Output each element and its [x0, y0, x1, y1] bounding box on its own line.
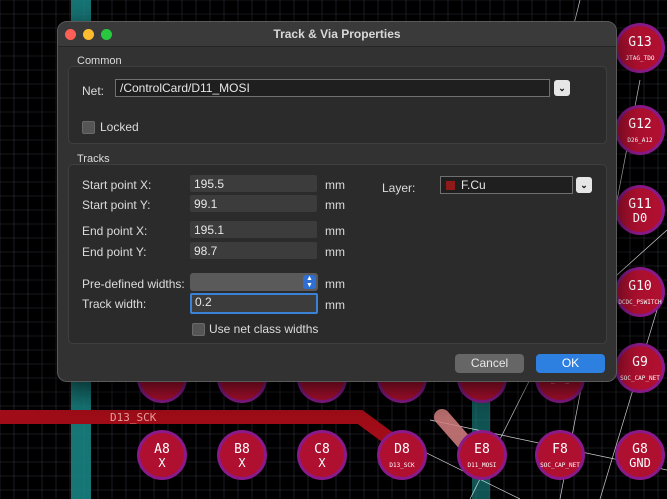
layer-label: Layer: — [382, 181, 416, 195]
end-y-unit: mm — [325, 245, 345, 259]
pad-b8-net: X — [238, 456, 246, 470]
use-net-class-widths-checkbox[interactable] — [192, 323, 205, 336]
start-x-unit: mm — [325, 178, 345, 192]
pad-g10-name: G10 — [628, 279, 651, 294]
cancel-button[interactable]: Cancel — [455, 354, 524, 373]
end-x-label: End point X: — [82, 224, 148, 238]
start-y-unit: mm — [325, 198, 345, 212]
net-label: Net: — [82, 84, 105, 98]
common-group: Net: /ControlCard/D11_MOSI ⌄ Locked — [68, 66, 607, 144]
predefined-widths-label: Pre-defined widths: — [82, 277, 185, 291]
pad-d8-name: D8 — [394, 442, 410, 457]
pad-f8-net: SOC_CAP_NET — [540, 462, 580, 469]
net-field[interactable]: /ControlCard/D11_MOSI — [115, 79, 550, 97]
start-y-label: Start point Y: — [82, 198, 151, 212]
pad-c8-name: C8 — [314, 442, 330, 457]
pad-g11-name: G11 — [628, 197, 651, 212]
locked-label: Locked — [100, 120, 139, 134]
chevron-down-icon: ⌄ — [558, 83, 566, 93]
start-y-field[interactable]: 99.1 — [190, 195, 317, 212]
pad-e8-net: D11_MOSI — [468, 462, 497, 469]
pad-e8-name: E8 — [474, 442, 490, 457]
tracks-group: Start point X: 195.5 mm Start point Y: 9… — [68, 164, 607, 344]
pad-g12-name: G12 — [628, 117, 651, 132]
pad-a8-net: X — [158, 456, 166, 470]
track-via-properties-dialog: Track & Via Properties Common Net: /Cont… — [57, 21, 617, 382]
end-y-label: End point Y: — [82, 245, 147, 259]
predefined-widths-select[interactable]: ▲ ▼ — [190, 273, 318, 291]
start-x-label: Start point X: — [82, 178, 152, 192]
end-y-field[interactable]: 98.7 — [190, 242, 317, 259]
net-dropdown-button[interactable]: ⌄ — [554, 80, 570, 96]
track-width-label: Track width: — [82, 297, 147, 311]
locked-checkbox[interactable] — [82, 121, 95, 134]
track-width-field[interactable]: 0.2 — [190, 293, 318, 314]
pad-g10-net: DCDC_PSWITCH — [618, 299, 662, 306]
pad-d8-net: D13_SCK — [389, 462, 415, 469]
pad-a8-name: A8 — [154, 442, 170, 457]
end-x-unit: mm — [325, 224, 345, 238]
window-title: Track & Via Properties — [273, 27, 401, 41]
track-width-unit: mm — [325, 298, 345, 312]
layer-select[interactable]: F.Cu — [440, 176, 573, 194]
use-net-class-widths-label: Use net class widths — [209, 322, 319, 336]
pad-g8-name: G8 — [632, 442, 648, 457]
start-x-field[interactable]: 195.5 — [190, 175, 317, 192]
pad-g9-net: SOC_CAP_NET — [620, 375, 660, 382]
pad-g8-net: GND — [629, 456, 651, 470]
layer-dropdown-button[interactable]: ⌄ — [576, 177, 592, 193]
chevron-down-icon: ⌄ — [580, 180, 588, 190]
pad-g13-name: G13 — [628, 35, 651, 50]
pad-f8-name: F8 — [552, 442, 568, 457]
pad-b8-name: B8 — [234, 442, 250, 457]
title-bar[interactable]: Track & Via Properties — [58, 22, 616, 47]
pad-c8-net: X — [318, 456, 326, 470]
layer-color-swatch — [446, 181, 455, 190]
pad-g12-net: D26_A12 — [627, 137, 653, 144]
pad-g13-net: JTAG_TDO — [626, 55, 655, 62]
ok-button[interactable]: OK — [536, 354, 605, 373]
predefined-widths-unit: mm — [325, 277, 345, 291]
end-x-field[interactable]: 195.1 — [190, 221, 317, 238]
updown-chevron-icon: ▲ ▼ — [303, 275, 316, 289]
pad-g11-net: D0 — [633, 211, 647, 225]
trace-net-label: D13_SCK — [110, 411, 157, 424]
pad-g9-name: G9 — [632, 355, 648, 370]
